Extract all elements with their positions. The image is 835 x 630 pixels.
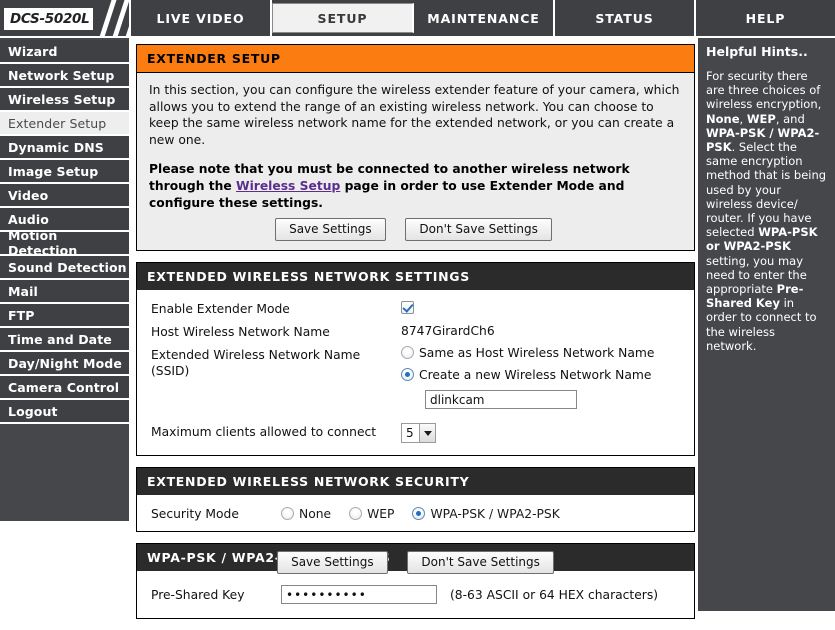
hint-bold-none: None <box>706 111 740 126</box>
ssid-same-label: Same as Host Wireless Network Name <box>419 346 655 360</box>
hint-seg-1: For security there are three choices of … <box>706 69 822 112</box>
security-option-wep[interactable]: WEP <box>349 507 394 521</box>
sidebar-item-video[interactable]: Video <box>0 184 129 208</box>
helpful-hints-panel: Helpful Hints.. For security there are t… <box>698 38 835 611</box>
dont-save-settings-button-bottom[interactable]: Don't Save Settings <box>407 551 554 574</box>
enable-extender-mode-label: Enable Extender Mode <box>151 302 290 316</box>
save-settings-button-bottom[interactable]: Save Settings <box>277 551 388 574</box>
pre-shared-key-input[interactable] <box>281 585 437 604</box>
sidebar-item-dynamic-dns[interactable]: Dynamic DNS <box>0 136 129 160</box>
sidebar-item-ftp[interactable]: FTP <box>0 304 129 328</box>
sidebar-item-extender-setup[interactable]: Extender Setup <box>0 112 129 136</box>
max-clients-label: Maximum clients allowed to connect <box>151 425 377 439</box>
extended-ssid-control: Same as Host Wireless Network Name Creat… <box>401 346 682 409</box>
wireless-setup-link[interactable]: Wireless Setup <box>236 179 340 193</box>
ssid-same-radio[interactable] <box>401 346 414 359</box>
sidebar-item-wizard[interactable]: Wizard <box>0 40 129 64</box>
network-settings-body: Enable Extender Mode Host Wireless Netwo… <box>137 290 694 455</box>
security-option-wpa-psk[interactable]: WPA-PSK / WPA2-PSK <box>412 506 560 521</box>
security-title: EXTENDED WIRELESS NETWORK SECURITY <box>137 468 694 495</box>
main-content: EXTENDER SETUP In this section, you can … <box>136 44 695 630</box>
footer-button-row: Save Settings Don't Save Settings <box>136 551 695 574</box>
sidebar-item-motion-detection[interactable]: Motion Detection <box>0 228 129 258</box>
network-settings-title: EXTENDED WIRELESS NETWORK SETTINGS <box>137 263 694 290</box>
chevron-down-icon[interactable] <box>419 424 435 442</box>
security-none-label: None <box>299 506 332 521</box>
intro-button-row: Save Settings Don't Save Settings <box>147 216 680 242</box>
page-title: EXTENDER SETUP <box>137 45 694 73</box>
hint-bold-wep: WEP <box>746 111 776 126</box>
intro-paragraph: In this section, you can configure the w… <box>149 83 680 147</box>
max-clients-row: Maximum clients allowed to connect 5 <box>151 423 682 443</box>
sidebar-navigation: Wizard Network Setup Wireless Setup Exte… <box>0 38 131 521</box>
enable-extender-mode-checkbox[interactable] <box>401 301 414 314</box>
brand-logo: DCS-5020L <box>0 0 131 36</box>
nav-tab-maintenance[interactable]: MAINTENANCE <box>414 0 555 36</box>
nav-tab-status[interactable]: STATUS <box>555 0 696 36</box>
extended-ssid-row: Extended Wireless Network Name (SSID) Sa… <box>151 346 682 409</box>
save-settings-button-top[interactable]: Save Settings <box>275 218 386 241</box>
nav-tab-setup[interactable]: SETUP <box>272 3 414 33</box>
security-wep-radio[interactable] <box>349 507 363 520</box>
ssid-new-label: Create a new Wireless Network Name <box>419 368 652 382</box>
sidebar-item-day-night-mode[interactable]: Day/Night Mode <box>0 352 129 376</box>
helpful-hints-body: For security there are three choices of … <box>706 69 828 353</box>
helpful-hints-title: Helpful Hints.. <box>706 44 808 59</box>
sidebar-item-mail[interactable]: Mail <box>0 280 129 304</box>
ssid-name-input[interactable] <box>425 390 577 409</box>
max-clients-control: 5 <box>401 423 682 443</box>
host-wireless-network-name-value: 8747GirardCh6 <box>401 324 495 338</box>
ssid-option-same-as-host[interactable]: Same as Host Wireless Network Name <box>401 346 682 360</box>
brand-model-label: DCS-5020L <box>4 7 94 30</box>
extended-wireless-network-security-panel: EXTENDED WIRELESS NETWORK SECURITY Secur… <box>136 467 695 532</box>
host-wireless-network-name-label: Host Wireless Network Name <box>151 325 330 339</box>
ssid-option-create-new[interactable]: Create a new Wireless Network Name <box>401 368 682 382</box>
extender-setup-intro-body: In this section, you can configure the w… <box>137 73 694 250</box>
brand-slashes-decoration <box>96 0 129 36</box>
extender-setup-panel: EXTENDER SETUP In this section, you can … <box>136 44 695 251</box>
nav-tab-live-video[interactable]: LIVE VIDEO <box>131 0 272 36</box>
sidebar-item-sound-detection[interactable]: Sound Detection <box>0 256 129 280</box>
security-mode-label: Security Mode <box>151 507 239 521</box>
sidebar-item-camera-control[interactable]: Camera Control <box>0 376 129 400</box>
extended-wireless-network-settings-panel: EXTENDED WIRELESS NETWORK SETTINGS Enabl… <box>136 262 695 456</box>
pre-shared-key-label: Pre-Shared Key <box>151 588 245 602</box>
ssid-new-radio[interactable] <box>401 368 414 381</box>
top-navigation-bar: DCS-5020L LIVE VIDEO SETUP MAINTENANCE S… <box>0 0 835 38</box>
security-wpa-psk-label: WPA-PSK / WPA2-PSK <box>430 506 560 521</box>
hint-seg-2: , <box>739 111 747 126</box>
max-clients-select[interactable]: 5 <box>401 423 436 443</box>
pre-shared-key-row: Pre-Shared Key (8-63 ASCII or 64 HEX cha… <box>147 580 682 608</box>
hint-seg-3: , and <box>775 111 805 126</box>
security-body: Security Mode None WEP WPA-PSK / WPA2-PS… <box>137 495 694 531</box>
security-option-none[interactable]: None <box>281 507 331 521</box>
sidebar-item-logout[interactable]: Logout <box>0 400 129 424</box>
extended-ssid-label: Extended Wireless Network Name (SSID) <box>151 348 361 378</box>
security-none-radio[interactable] <box>281 507 294 520</box>
nav-tab-help[interactable]: HELP <box>696 0 835 36</box>
enable-extender-mode-row: Enable Extender Mode <box>151 300 682 317</box>
sidebar-item-time-and-date[interactable]: Time and Date <box>0 328 129 352</box>
max-clients-selected-value: 5 <box>406 426 414 440</box>
pre-shared-key-hint: (8-63 ASCII or 64 HEX characters) <box>450 587 659 602</box>
enable-extender-mode-control <box>401 300 682 316</box>
security-mode-row: Security Mode None WEP WPA-PSK / WPA2-PS… <box>147 501 682 525</box>
dont-save-settings-button-top[interactable]: Don't Save Settings <box>405 218 552 241</box>
sidebar-item-network-setup[interactable]: Network Setup <box>0 64 129 88</box>
sidebar-item-wireless-setup[interactable]: Wireless Setup <box>0 88 129 112</box>
security-wep-label: WEP <box>367 506 395 521</box>
host-wireless-network-name-row: Host Wireless Network Name 8747GirardCh6 <box>151 323 682 340</box>
sidebar-item-image-setup[interactable]: Image Setup <box>0 160 129 184</box>
security-wpa-psk-radio[interactable] <box>412 507 426 520</box>
intro-note: Please note that you must be connected t… <box>149 161 680 212</box>
